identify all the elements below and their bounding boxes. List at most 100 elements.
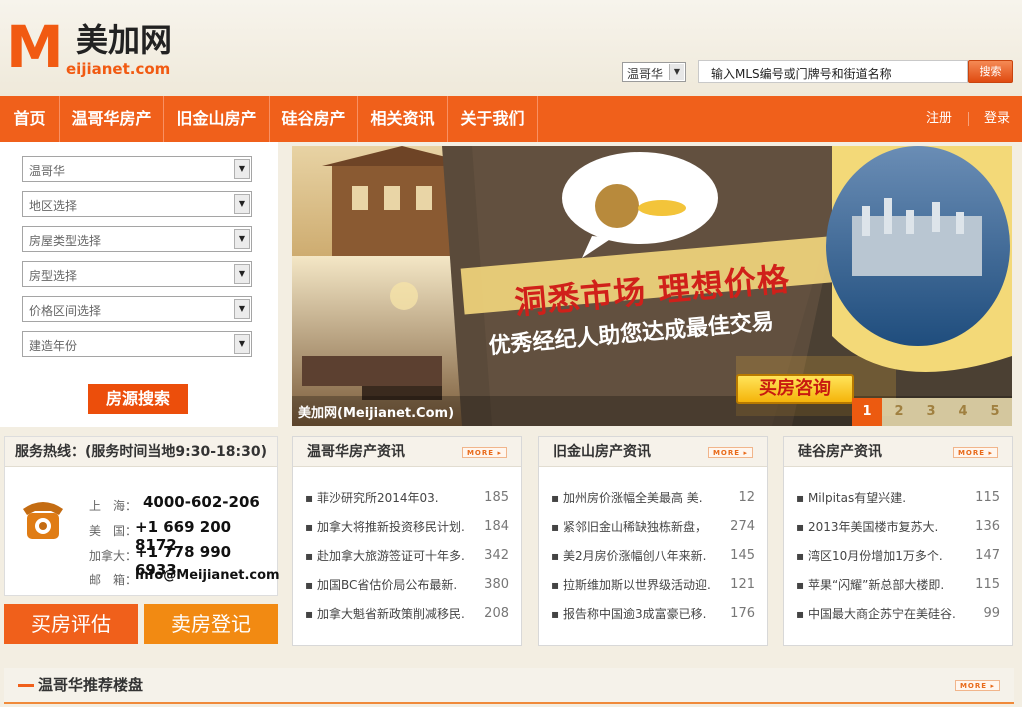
news-item-views: 12 bbox=[738, 490, 755, 505]
property-filter-panel: 温哥华 ▼ 地区选择 ▼ 房屋类型选择 ▼ 房型选择 ▼ 价格区间选择 ▼ 建造年份 ▼ 房… bbox=[0, 142, 278, 427]
news-item-title: ▪ 紧邻旧金山稀缺独栋新盘， bbox=[551, 520, 707, 534]
more-link[interactable]: MORE ▸ bbox=[461, 447, 507, 458]
banner-page-1[interactable]: 1 bbox=[852, 398, 882, 426]
news-item-title: ▪ 加国BC省估价局公布最新. bbox=[305, 578, 458, 592]
news-item[interactable]: ▪ 苹果“闪耀”新总部大楼即. 115 bbox=[796, 577, 1000, 593]
banner-page-5[interactable]: 5 bbox=[980, 398, 1010, 426]
banner-page-3[interactable]: 3 bbox=[916, 398, 946, 426]
news-item-views: 147 bbox=[975, 548, 1000, 563]
news-item-title: ▪ 中国最大商企苏宁在美硅谷. bbox=[796, 607, 956, 621]
section-marker bbox=[18, 684, 34, 687]
news-item-title: ▪ 湾区10月份增加1万多个. bbox=[796, 549, 943, 563]
news-item-views: 145 bbox=[730, 548, 755, 563]
news-item[interactable]: ▪ Milpitas有望兴建. 115 bbox=[796, 490, 1000, 506]
site-logo[interactable]: M 美加网 eijianet.com bbox=[6, 18, 206, 82]
select-value: 房屋类型选择 bbox=[29, 234, 102, 248]
news-header: 硅谷房产资讯 MORE ▸ bbox=[784, 437, 1012, 467]
contact-label-shanghai: 上 海： bbox=[89, 499, 138, 513]
news-item-title: ▪ 加拿大魁省新政策削减移民. bbox=[305, 607, 465, 621]
news-box-san-francisco: 旧金山房产资讯 MORE ▸ ▪ 加州房价涨幅全美最高 美. 12 ▪ 紧邻旧金山… bbox=[538, 436, 768, 646]
recommended-listings-title: 温哥华推荐楼盘 bbox=[38, 676, 144, 694]
news-item-views: 115 bbox=[975, 490, 1000, 505]
area-filter-select[interactable]: 地区选择 ▼ bbox=[22, 191, 252, 217]
chevron-down-icon: ▼ bbox=[234, 299, 250, 319]
banner-page-2[interactable]: 2 bbox=[884, 398, 914, 426]
build-year-filter-select[interactable]: 建造年份 ▼ bbox=[22, 331, 252, 357]
news-item[interactable]: ▪ 报告称中国逾3成富豪已移. 176 bbox=[551, 606, 755, 622]
city-select-value: 温哥华 bbox=[627, 67, 664, 81]
select-value: 房型选择 bbox=[29, 269, 78, 283]
news-item-title: ▪ 加州房价涨幅全美最高 美. bbox=[551, 491, 703, 505]
more-link[interactable]: MORE ▸ bbox=[707, 447, 753, 458]
logo-mark: M bbox=[6, 13, 64, 81]
news-item-views: 185 bbox=[484, 490, 509, 505]
news-item-views: 176 bbox=[730, 606, 755, 621]
news-item[interactable]: ▪ 菲沙研究所2014年03. 185 bbox=[305, 490, 509, 506]
news-item-title: ▪ 菲沙研究所2014年03. bbox=[305, 491, 439, 505]
news-item-title: ▪ 2013年美国楼市复苏大. bbox=[796, 520, 939, 534]
news-item-title: ▪ 拉斯维加斯以世界级活动迎. bbox=[551, 578, 711, 592]
buy-consult-button[interactable]: 买房咨询 bbox=[736, 374, 854, 404]
hotline-title: 服务热线：(服务时间当地9:30-18:30) bbox=[5, 437, 277, 467]
news-item-views: 99 bbox=[983, 606, 1000, 621]
logo-chinese: 美加网 bbox=[76, 21, 173, 59]
news-title: 硅谷房产资讯 bbox=[798, 444, 882, 460]
price-range-filter-select[interactable]: 价格区间选择 ▼ bbox=[22, 296, 252, 322]
more-link[interactable]: MORE ▸ bbox=[954, 680, 1000, 691]
search-input[interactable]: 输入MLS编号或门牌号和街道名称 bbox=[698, 60, 968, 83]
news-item-views: 208 bbox=[484, 606, 509, 621]
nav-item-san-francisco[interactable]: 旧金山房产 bbox=[164, 96, 270, 142]
news-item[interactable]: ▪ 美2月房价涨幅创八年来新. 145 bbox=[551, 548, 755, 564]
contact-label-usa: 美 国： bbox=[89, 524, 138, 538]
promo-banner[interactable]: 洞悉市场 理想价格 优秀经纪人助您达成最佳交易 买房咨询 美加网(Meijian… bbox=[292, 146, 1012, 426]
select-value: 建造年份 bbox=[29, 339, 78, 353]
news-item-title: ▪ 加拿大将推新投资移民计划. bbox=[305, 520, 465, 534]
news-item[interactable]: ▪ 2013年美国楼市复苏大. 136 bbox=[796, 519, 1000, 535]
news-header: 旧金山房产资讯 MORE ▸ bbox=[539, 437, 767, 467]
header: M 美加网 eijianet.com 温哥华 ▼ 输入MLS编号或门牌号和街道名… bbox=[0, 0, 1022, 96]
room-type-filter-select[interactable]: 房型选择 ▼ bbox=[22, 261, 252, 287]
news-item[interactable]: ▪ 加州房价涨幅全美最高 美. 12 bbox=[551, 490, 755, 506]
news-item-views: 274 bbox=[730, 519, 755, 534]
telephone-icon bbox=[23, 502, 63, 539]
login-link[interactable]: 登录 bbox=[984, 96, 1010, 142]
news-item-views: 342 bbox=[484, 548, 509, 563]
contact-label-email: 邮 箱： bbox=[89, 573, 138, 587]
select-value: 价格区间选择 bbox=[29, 304, 102, 318]
news-item[interactable]: ▪ 赴加拿大旅游签证可十年多. 342 bbox=[305, 548, 509, 564]
house-type-filter-select[interactable]: 房屋类型选择 ▼ bbox=[22, 226, 252, 252]
search-button[interactable]: 搜索 bbox=[968, 60, 1013, 83]
news-item[interactable]: ▪ 加国BC省估价局公布最新. 380 bbox=[305, 577, 509, 593]
news-item-title: ▪ Milpitas有望兴建. bbox=[796, 491, 907, 505]
nav-divider bbox=[968, 112, 969, 126]
news-item[interactable]: ▪ 加拿大魁省新政策削减移民. 208 bbox=[305, 606, 509, 622]
news-item-views: 121 bbox=[730, 577, 755, 592]
news-item[interactable]: ▪ 中国最大商企苏宁在美硅谷. 99 bbox=[796, 606, 1000, 622]
news-item-title: ▪ 赴加拿大旅游签证可十年多. bbox=[305, 549, 465, 563]
sell-registration-button[interactable]: 卖房登记 bbox=[144, 604, 278, 644]
nav-item-about[interactable]: 关于我们 bbox=[448, 96, 538, 142]
news-item-title: ▪ 报告称中国逾3成富豪已移. bbox=[551, 607, 707, 621]
banner-page-4[interactable]: 4 bbox=[948, 398, 978, 426]
recommended-listings-header: 温哥华推荐楼盘 MORE ▸ bbox=[4, 668, 1014, 704]
buy-evaluation-button[interactable]: 买房评估 bbox=[4, 604, 138, 644]
house-search-button[interactable]: 房源搜索 bbox=[88, 384, 188, 414]
select-value: 地区选择 bbox=[29, 199, 78, 213]
news-item[interactable]: ▪ 拉斯维加斯以世界级活动迎. 121 bbox=[551, 577, 755, 593]
nav-item-home[interactable]: 首页 bbox=[0, 96, 60, 142]
news-item[interactable]: ▪ 加拿大将推新投资移民计划. 184 bbox=[305, 519, 509, 535]
city-select[interactable]: 温哥华 ▼ bbox=[622, 62, 686, 82]
logo-english: eijianet.com bbox=[66, 60, 171, 78]
nav-item-vancouver[interactable]: 温哥华房产 bbox=[60, 96, 164, 142]
news-item-views: 136 bbox=[975, 519, 1000, 534]
news-box-silicon-valley: 硅谷房产资讯 MORE ▸ ▪ Milpitas有望兴建. 115 ▪ 2013年… bbox=[783, 436, 1013, 646]
city-filter-select[interactable]: 温哥华 ▼ bbox=[22, 156, 252, 182]
news-item-views: 184 bbox=[484, 519, 509, 534]
register-link[interactable]: 注册 bbox=[926, 96, 952, 142]
more-link[interactable]: MORE ▸ bbox=[952, 447, 998, 458]
news-item[interactable]: ▪ 紧邻旧金山稀缺独栋新盘， 274 bbox=[551, 519, 755, 535]
news-item[interactable]: ▪ 湾区10月份增加1万多个. 147 bbox=[796, 548, 1000, 564]
nav-item-silicon-valley[interactable]: 硅谷房产 bbox=[270, 96, 358, 142]
contact-email[interactable]: info@Meijianet.com bbox=[135, 568, 280, 583]
nav-item-news[interactable]: 相关资讯 bbox=[358, 96, 448, 142]
